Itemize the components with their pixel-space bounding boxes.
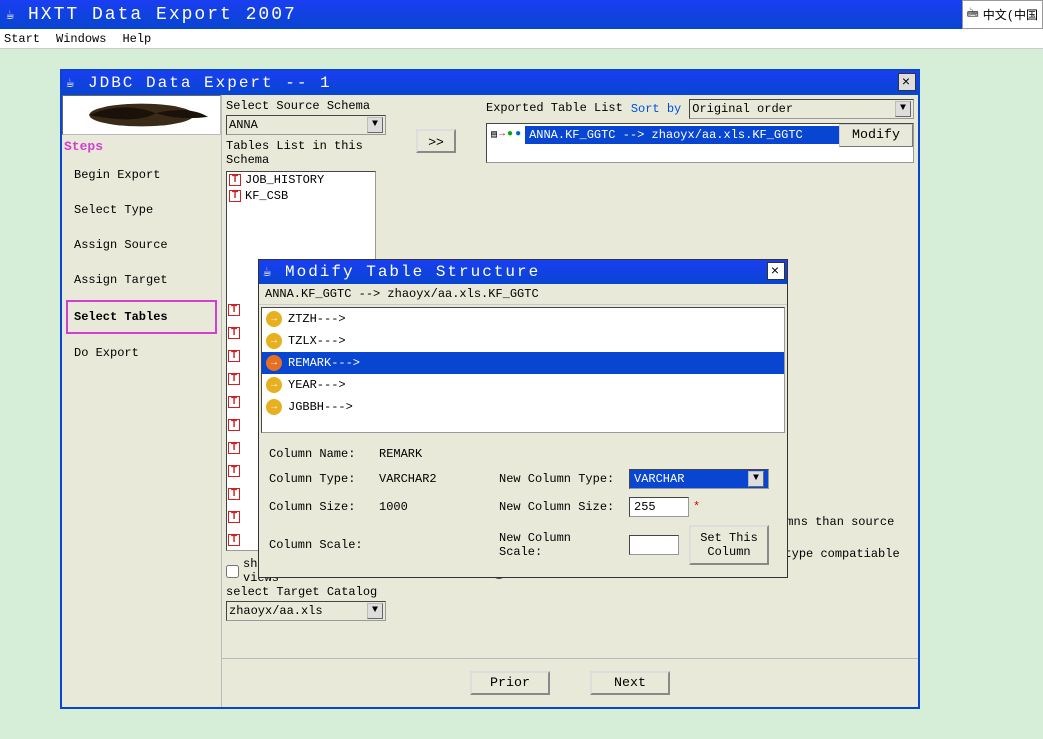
table-row[interactable]: TKF_CSB: [227, 188, 375, 204]
dialog-mapping: ANNA.KF_GGTC --> zhaoyx/aa.xls.KF_GGTC: [259, 284, 787, 305]
schema-select[interactable]: ANNA ▼: [226, 115, 386, 135]
tables-label: Tables List in this Schema: [226, 139, 386, 167]
titlebar: ☕ HXTT Data Export 2007: [0, 0, 1043, 29]
col-size-label: Column Size:: [269, 500, 369, 514]
step-assign-source[interactable]: Assign Source: [62, 228, 221, 263]
mapping-icons: ▤→●●: [487, 129, 525, 141]
app-title: HXTT Data Export 2007: [28, 5, 297, 25]
export-list[interactable]: ▤→●● ANNA.KF_GGTC --> zhaoyx/aa.xls.KF_G…: [486, 123, 914, 163]
table-icon: T: [228, 304, 240, 316]
java-icon: ☕: [263, 264, 279, 280]
step-begin-export[interactable]: Begin Export: [62, 158, 221, 193]
dialog-titlebar[interactable]: ☕ Modify Table Structure ×: [259, 260, 787, 284]
move-right-button[interactable]: >>: [416, 129, 456, 153]
column-details: Column Name: REMARK Column Type: VARCHAR…: [259, 435, 787, 577]
required-icon: *: [693, 500, 700, 514]
menubar: Start Windows Help: [0, 29, 1043, 49]
new-col-type-label: New Column Type:: [499, 472, 619, 486]
step-do-export[interactable]: Do Export: [62, 336, 221, 371]
sidebar: Steps Begin Export Select Type Assign So…: [62, 95, 222, 707]
steps-header: Steps: [62, 135, 221, 158]
table-icon: T: [228, 465, 240, 477]
new-col-scale-input[interactable]: [629, 535, 679, 555]
ime-badge[interactable]: 🖮中文(中国: [962, 0, 1043, 29]
new-col-type-select[interactable]: VARCHAR▼: [629, 469, 769, 489]
col-size-value: 1000: [379, 500, 489, 514]
column-row[interactable]: →TZLX--->: [262, 330, 784, 352]
table-icon: T: [228, 419, 240, 431]
table-icon: T: [228, 534, 240, 546]
table-icon: T: [228, 327, 240, 339]
column-row[interactable]: →ZTZH--->: [262, 308, 784, 330]
table-icon: T: [229, 190, 241, 202]
set-column-button[interactable]: Set This Column: [689, 525, 769, 565]
inner-titlebar: ☕ JDBC Data Expert -- 1 ×: [62, 71, 918, 95]
chevron-down-icon: ▼: [367, 603, 383, 619]
table-icon: T: [228, 396, 240, 408]
column-list[interactable]: →ZTZH---> →TZLX---> →REMARK---> →YEAR---…: [261, 307, 785, 433]
column-row[interactable]: →REMARK--->: [262, 352, 784, 374]
new-col-size-input[interactable]: [629, 497, 689, 517]
menu-windows[interactable]: Windows: [56, 32, 106, 46]
arrow-icon: →: [266, 333, 282, 349]
sort-by-label: Sort by: [631, 102, 681, 116]
new-col-size-label: New Column Size:: [499, 500, 619, 514]
chevron-down-icon: ▼: [367, 117, 383, 133]
modify-button[interactable]: Modify: [839, 124, 913, 147]
export-item[interactable]: ▤→●● ANNA.KF_GGTC --> zhaoyx/aa.xls.KF_G…: [487, 124, 913, 146]
prior-button[interactable]: Prior: [470, 671, 550, 695]
catalog-label: select Target Catalog: [226, 585, 386, 599]
modify-table-dialog: ☕ Modify Table Structure × ANNA.KF_GGTC …: [258, 259, 788, 578]
workspace: ☕ JDBC Data Expert -- 1 × Steps Begin Ex…: [0, 49, 1043, 739]
java-icon: ☕: [6, 7, 22, 23]
catalog-select[interactable]: zhaoyx/aa.xls ▼: [226, 601, 386, 621]
app-window: ☕ HXTT Data Export 2007 🖮中文(中国 Start Win…: [0, 0, 1043, 739]
column-row[interactable]: →JGBBH--->: [262, 396, 784, 418]
export-label: Exported Table List: [486, 101, 623, 115]
close-icon[interactable]: ×: [767, 262, 785, 280]
chevron-down-icon: ▼: [895, 101, 911, 117]
table-icon-column: T T T T T T T T T T T: [228, 304, 242, 547]
step-select-tables[interactable]: Select Tables: [66, 300, 217, 334]
schema-label: Select Source Schema: [226, 99, 386, 113]
table-icon: T: [228, 488, 240, 500]
table-icon: T: [228, 350, 240, 362]
table-icon: T: [229, 174, 241, 186]
arrow-icon: →: [266, 311, 282, 327]
arrow-icon: →: [266, 355, 282, 371]
arrow-icon: →: [266, 399, 282, 415]
step-select-type[interactable]: Select Type: [62, 193, 221, 228]
col-name-label: Column Name:: [269, 447, 369, 461]
col-name-value: REMARK: [379, 447, 489, 461]
sort-select[interactable]: Original order ▼: [689, 99, 914, 119]
bottom-bar: Prior Next: [222, 658, 918, 707]
table-icon: T: [228, 373, 240, 385]
table-icon: T: [228, 511, 240, 523]
eagle-image: [62, 95, 221, 135]
col-type-value: VARCHAR2: [379, 472, 489, 486]
step-assign-target[interactable]: Assign Target: [62, 263, 221, 298]
close-icon[interactable]: ×: [898, 73, 916, 91]
col-type-label: Column Type:: [269, 472, 369, 486]
column-row[interactable]: →YEAR--->: [262, 374, 784, 396]
menu-start[interactable]: Start: [4, 32, 40, 46]
chevron-down-icon: ▼: [748, 471, 764, 487]
inner-title: JDBC Data Expert -- 1: [88, 74, 332, 92]
table-icon: T: [228, 442, 240, 454]
dialog-title: Modify Table Structure: [285, 263, 540, 281]
arrow-icon: →: [266, 377, 282, 393]
menu-help[interactable]: Help: [122, 32, 151, 46]
next-button[interactable]: Next: [590, 671, 670, 695]
java-icon: ☕: [66, 75, 82, 91]
new-col-scale-label: New Column Scale:: [499, 531, 619, 559]
col-scale-label: Column Scale:: [269, 538, 369, 552]
table-row[interactable]: TJOB_HISTORY: [227, 172, 375, 188]
